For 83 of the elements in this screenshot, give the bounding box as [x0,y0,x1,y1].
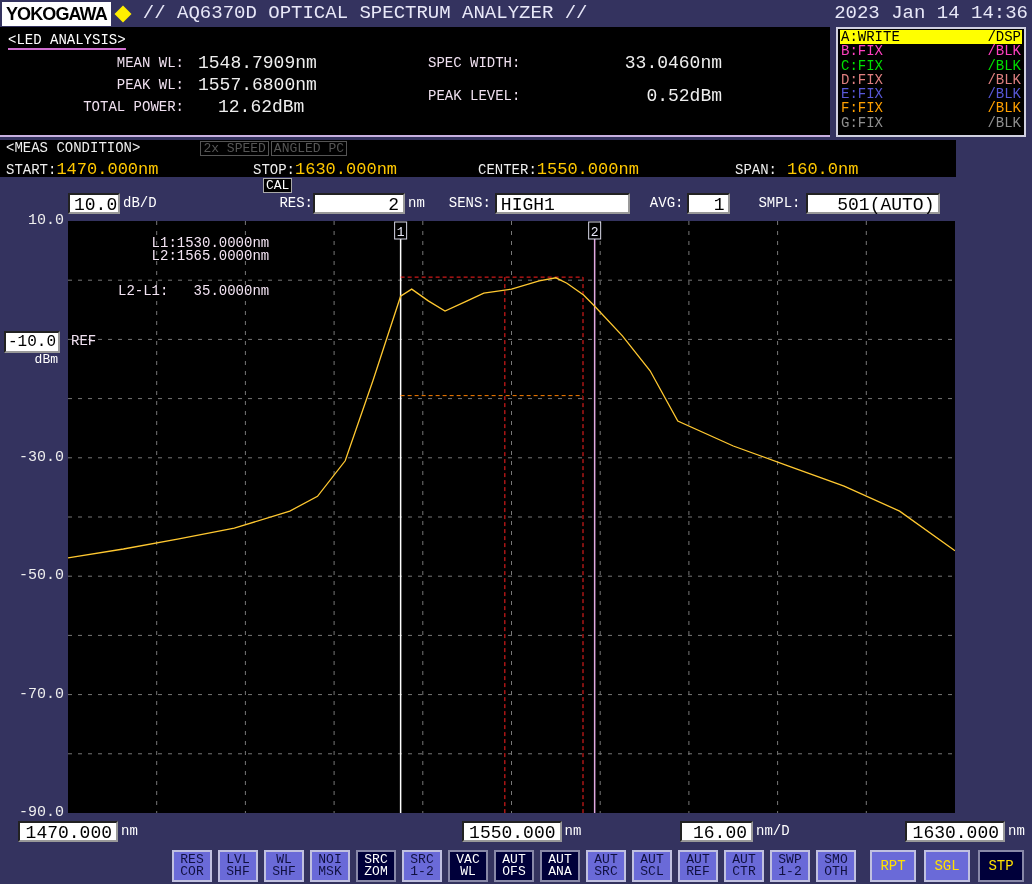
sensitivity-field[interactable]: HIGH1 [494,193,630,215]
result-label: SPEC WIDTH: [428,54,522,73]
soft-key[interactable]: SRC 1-2 [402,850,442,883]
y-tick-label: -50.0 [19,568,64,585]
logo: YOKOGAWA [2,1,111,26]
param-label: SPAN: [735,161,777,181]
param-label: STOP: [253,161,295,180]
trace-item[interactable]: E:FIX /BLK [840,87,1022,102]
y-tick-label: -70.0 [19,686,64,703]
trace-item[interactable]: C:FIX /BLK [840,58,1022,73]
x-axis-field[interactable]: 1550.000 [461,821,562,843]
soft-key[interactable]: WL SHF [264,850,304,883]
marker-readout: L2:1565.0000nm [151,250,270,264]
soft-key[interactable]: SWP 1-2 [770,850,810,883]
trace-item[interactable]: B:FIX /BLK [840,44,1022,59]
setting-label: SMPL: [758,194,801,214]
soft-key[interactable]: AUT SRC [586,850,626,883]
result-value: 33.0460nm [623,52,722,75]
panel-title: <LED ANALYSIS> [8,32,126,50]
division-field[interactable]: 16.00 [680,821,753,843]
soft-key[interactable]: AUT OFS [494,850,534,883]
soft-key[interactable]: SRC ZOM [356,850,396,883]
result-label: PEAK WL: [115,76,184,95]
trace-item[interactable]: A:WRITE /DSP [840,30,1022,45]
cal-indicator: CAL [263,178,293,194]
param-value: 160.0nm [787,159,859,182]
date-time: 2023 Jan 14 14:36 [834,1,1028,27]
unit-label: nm [564,822,582,842]
x-axis-field[interactable]: 1630.000 [905,821,1005,843]
soft-key[interactable]: AUT SCL [632,850,672,883]
trace-item[interactable]: D:FIX /BLK [840,72,1022,88]
param-label: START: [6,161,57,181]
param-value: 1550.000nm [536,159,639,182]
annotation: 1 [396,225,405,241]
mode-flag: 2x SPEED [200,141,269,157]
mode-flag: ANGLED PC [270,141,348,157]
y-tick-label: -90.0 [19,805,64,822]
x-axis-field[interactable]: 1470.000 [18,821,118,843]
result-label: MEAN WL: [115,54,184,73]
result-value: 0.52dBm [645,85,722,108]
soft-key[interactable]: VAC WL [448,850,488,883]
sweep-key[interactable]: STP [978,850,1024,883]
param-value: 1630.000nm [295,159,398,182]
scale-field[interactable]: 10.0 [68,193,120,215]
soft-key[interactable]: AUT REF [678,850,718,883]
reference-level-field[interactable]: -10.0 [4,331,60,354]
soft-key[interactable]: LVL SHF [218,850,258,883]
result-value: 12.62dBm [217,96,306,118]
setting-label: RES: [278,194,313,214]
unit-label: nm [121,822,138,842]
setting-label: SENS: [448,194,491,214]
y-tick-label: -30.0 [19,450,64,466]
unit-label: nm/D [756,822,790,842]
reference-label: REF [71,332,97,352]
soft-key[interactable]: RES COR [172,850,212,883]
average-field[interactable]: 1 [687,193,731,215]
y-tick-label: 10.0 [28,213,64,230]
result-label: PEAK LEVEL: [428,87,522,106]
resolution-field[interactable]: 2 [313,193,405,215]
unit-label: nm [408,194,425,214]
marker-readout: L1:1530.0000nm [151,237,270,251]
trace-item[interactable]: F:FIX /BLK [840,101,1022,116]
unit-label: dBm [34,353,58,368]
param-value: 1470.000nm [56,159,159,182]
soft-key[interactable]: AUT ANA [540,850,580,883]
unit-label: dB/D [123,194,157,214]
result-value: 1557.6800nm [198,74,318,96]
panel-title: <MEAS CONDITION> [6,141,141,157]
marker-label: 1 [394,221,408,241]
soft-key[interactable]: SMO OTH [816,850,856,883]
param-label: CENTER: [478,161,537,181]
soft-key[interactable]: AUT CTR [724,850,764,883]
setting-label: AVG: [649,194,684,214]
marker-readout: L2-L1: 35.0000nm [118,285,270,299]
sampling-field[interactable]: 501(AUTO) [806,193,941,215]
window-title: // AQ6370D OPTICAL SPECTRUM ANALYZER // [142,1,588,27]
result-label: TOTAL POWER: [82,98,184,117]
trace-item[interactable]: G:FIX /BLK [840,115,1022,131]
soft-key[interactable]: NOI MSK [310,850,350,883]
marker-label: 2 [588,221,602,241]
result-value: 1548.7909nm [198,52,318,74]
annotation: 2 [590,225,599,241]
unit-label: nm [1008,822,1025,842]
